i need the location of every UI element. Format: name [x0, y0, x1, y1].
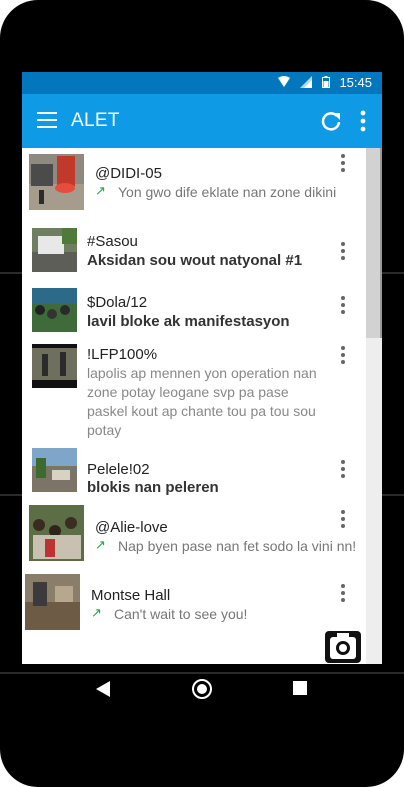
camera-button[interactable] — [325, 631, 361, 663]
app-screen: 15:45 ALET @DIDI-05 ↗ Yon gwo dife eklat… — [22, 72, 382, 664]
post-thumbnail — [29, 154, 84, 210]
feed-item[interactable]: !LFP100% lapolis ap mennen yon operation… — [22, 342, 366, 446]
feed-item[interactable]: #Sasou Aksidan sou wout natyonal #1 — [22, 218, 366, 278]
post-thumbnail — [32, 228, 77, 272]
status-time: 15:45 — [339, 75, 372, 90]
post-handle: @DIDI-05 — [95, 165, 162, 182]
battery-icon — [322, 76, 330, 88]
post-text: Nap byen pase nan fet sodo la vini nn! — [118, 538, 357, 554]
post-text: Can't wait to see you! — [114, 606, 248, 622]
post-handle: Pelele!02 — [87, 461, 150, 478]
post-thumbnail — [32, 344, 77, 388]
feed-item[interactable]: Pelele!02 blokis nan peleren — [22, 446, 366, 502]
item-overflow-icon[interactable] — [340, 154, 346, 174]
item-overflow-icon[interactable] — [340, 346, 346, 366]
post-text: Yon gwo dife eklate nan zone dikini — [118, 184, 337, 200]
reply-arrow-icon: ↗ — [95, 183, 106, 198]
reply-arrow-icon: ↗ — [91, 605, 102, 620]
post-text: blokis nan peleren — [87, 479, 219, 496]
app-bar: ALET — [22, 94, 382, 148]
post-handle: Montse Hall — [91, 587, 171, 604]
post-handle: $Dola/12 — [87, 294, 148, 311]
alert-feed-list[interactable]: @DIDI-05 ↗ Yon gwo dife eklate nan zone … — [22, 148, 366, 664]
back-icon[interactable] — [96, 681, 110, 697]
post-handle: #Sasou — [87, 233, 138, 250]
recents-icon[interactable] — [293, 681, 307, 695]
item-overflow-icon[interactable] — [340, 460, 346, 480]
home-icon-inner — [197, 684, 207, 694]
scrollbar[interactable] — [366, 148, 382, 664]
status-bar: 15:45 — [22, 72, 382, 94]
scrollbar-thumb[interactable] — [366, 148, 382, 338]
item-overflow-icon[interactable] — [340, 242, 346, 262]
feed-item[interactable]: @DIDI-05 ↗ Yon gwo dife eklate nan zone … — [22, 148, 366, 216]
hamburger-menu-icon[interactable] — [37, 112, 57, 128]
refresh-icon[interactable] — [320, 110, 342, 132]
overflow-menu-icon[interactable] — [360, 110, 366, 132]
feed-item[interactable]: @Alie-love ↗ Nap byen pase nan fet sodo … — [22, 504, 366, 572]
post-thumbnail — [25, 574, 80, 630]
post-text: lapolis ap mennen yon operation nan zone… — [87, 365, 317, 438]
post-handle: !LFP100% — [87, 346, 158, 363]
wifi-icon — [278, 76, 290, 87]
post-thumbnail — [32, 288, 77, 332]
item-overflow-icon[interactable] — [340, 510, 346, 530]
reply-arrow-icon: ↗ — [95, 537, 106, 552]
item-overflow-icon[interactable] — [340, 584, 346, 604]
signal-icon — [300, 76, 312, 88]
post-thumbnail — [32, 448, 77, 492]
feed-item[interactable]: $Dola/12 lavil bloke ak manifestasyon — [22, 280, 366, 340]
item-overflow-icon[interactable] — [340, 296, 346, 316]
post-handle: @Alie-love — [95, 519, 168, 536]
post-text: lavil bloke ak manifestasyon — [87, 313, 290, 330]
camera-icon — [330, 633, 356, 659]
app-title: ALET — [71, 110, 120, 131]
post-thumbnail — [29, 505, 84, 561]
feed-item[interactable]: Montse Hall ↗ Can't wait to see you! — [22, 572, 366, 640]
post-text: Aksidan sou wout natyonal #1 — [87, 252, 303, 269]
